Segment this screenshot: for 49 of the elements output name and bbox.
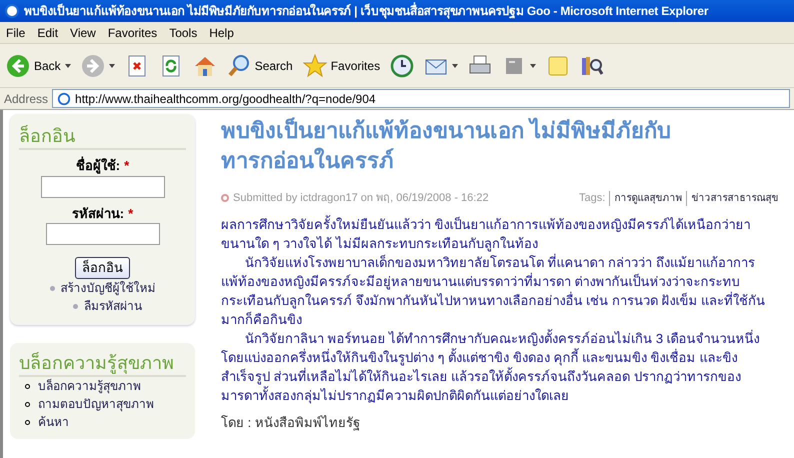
submitted-info: Submitted by ictdragon17 on พฤ, 06/19/2008 - 16:22 <box>233 191 489 206</box>
article-paragraph: ผลการศึกษาวิจัยครั้งใหม่ยืนยันแล้วว่า ขิงเป็นยาแก้อาการแพ้ท้องของหญิงมีครรภ์ได้เหนือกว่ายาขนานใด ๆ วางใจได้ ไม่มีผลกระทบกระเทือนกับลูกในท้อง <box>221 214 752 252</box>
address-field[interactable]: http://www.thaihealthcomm.org/goodhealth/?q=node/904 <box>52 89 790 108</box>
required-mark: * <box>128 204 134 222</box>
toolbar-button[interactable]: Search <box>226 54 293 78</box>
blog-link[interactable]: บล็อกความรู้สุขภาพ <box>38 377 141 395</box>
bullet-icon <box>50 286 54 290</box>
address-label: Address <box>4 90 48 108</box>
tag-link[interactable]: การดูแลสุขภาพ <box>609 190 682 206</box>
field-label: รหัสผ่าน: <box>72 204 124 222</box>
panel-heading: บล็อกความรู้สุขภาพ <box>19 351 186 377</box>
window-title: พบขิงเป็นยาแก้แพ้ท้องขนานเอก ไม่มีพิษมีภัยกับทารกอ่อนในครรภ์ | เว็บชุมชนสื่อสารสุขภาพนครปฐม Goo - Microsoft Internet Explorer <box>24 2 708 20</box>
article-paragraph: นักวิจัยกาลินา พอร์ทนอย ได้ทำการศึกษากับคณะหญิงตั้งครรภ์อ่อนไม่เกิน 3 เดือนจำนวนหนึ่ง โดยแบ่งออกครึ่งหนึ่งให้กินขิงในรูปต่าง ๆ ตั้งแต่ชาขิง ขิงดอง คุกกี้ และขนมขิง ขิงเชื่อม และขิงสำเร็จรูป ส่วนที่เหลือไม่ได้ให้กินอะไรเลย แล้วรอให้ตั้งครรภ์จนถึงวันคลอด ปรากฏว่าทารกของมารดาทั้งสองกลุ่มไม่ปรากฏมีความผิดปกติผิดกันแต่อย่างใดเลย <box>221 328 761 404</box>
caret-icon <box>108 64 115 68</box>
url-text: http://www.thaihealthcomm.org/goodhealth/?q=node/904 <box>75 90 376 108</box>
blog-link[interactable]: ค้นหา <box>38 413 69 431</box>
caret-icon <box>64 64 71 68</box>
blog-link[interactable]: ถามตอบปัญหาสุขภาพ <box>38 395 154 413</box>
login-button[interactable]: ล็อกอิน <box>75 257 130 279</box>
article-paragraph: นักวิจัยแห่งโรงพยาบาลเด็กของมหาวิทยาลัยโตรอนโต ที่แคนาดา กล่าวว่า ถึงแม้ยาแก้อาการแพ้ท้องของหญิงมีครรภ์จะมีอยู่หลายขนานแต่บรรดาว่าที่มารดา ต่างพากันเป็นห่วงว่าจะกระทบกระเทือนกับลูกในครรภ์ จึงมักพากันหันไปหาหนทางเลือกอย่างอื่น เช่น การนวด ฝังเข็ม และที่ใช้กันมากก็คือกินขิง <box>221 252 766 328</box>
tag-link[interactable]: ข่าวสารสาธารณสุข <box>686 190 778 206</box>
menu-item[interactable]: View <box>64 24 102 42</box>
field-label: ชื่อผู้ใช้: <box>76 156 120 176</box>
toolbar-button[interactable]: Favorites <box>302 54 380 78</box>
bullet-icon <box>73 304 78 308</box>
article-byline: โดย : หนังสือพิมพ์ไทยรัฐ <box>221 414 361 432</box>
bullet-icon <box>25 384 30 388</box>
star-icon <box>302 54 327 78</box>
bullet-icon <box>25 420 30 424</box>
input-field[interactable] <box>40 176 164 198</box>
menu-item[interactable]: File <box>0 24 32 42</box>
article-title: พบขิงเป็นยาแก้แพ้ท้องขนานเอก ไม่มีพิษมีภัยกับทารกอ่อนในครรภ์ <box>221 116 672 175</box>
account-link[interactable]: ลืมรหัสผ่าน <box>84 297 142 315</box>
menu-item[interactable]: Help <box>203 24 240 42</box>
sticky-note-icon <box>546 54 570 78</box>
input-field[interactable] <box>46 223 160 245</box>
caret-icon <box>530 64 536 68</box>
caret-icon <box>452 64 458 68</box>
clock-icon <box>221 194 229 202</box>
required-mark: * <box>124 157 130 175</box>
menu-item[interactable]: Favorites <box>102 24 164 42</box>
toolbar-button[interactable]: Back <box>6 54 71 78</box>
menu-item[interactable]: Edit <box>31 24 64 42</box>
account-link[interactable]: สร้างบัญชีผู้ใช้ใหม่ <box>60 279 156 297</box>
tags-label: Tags: <box>579 191 606 206</box>
bullet-icon <box>25 402 30 406</box>
menu-item[interactable]: Tools <box>163 24 204 42</box>
panel-heading: ล็อกอิน <box>19 124 186 150</box>
magnifier-icon <box>226 54 251 78</box>
